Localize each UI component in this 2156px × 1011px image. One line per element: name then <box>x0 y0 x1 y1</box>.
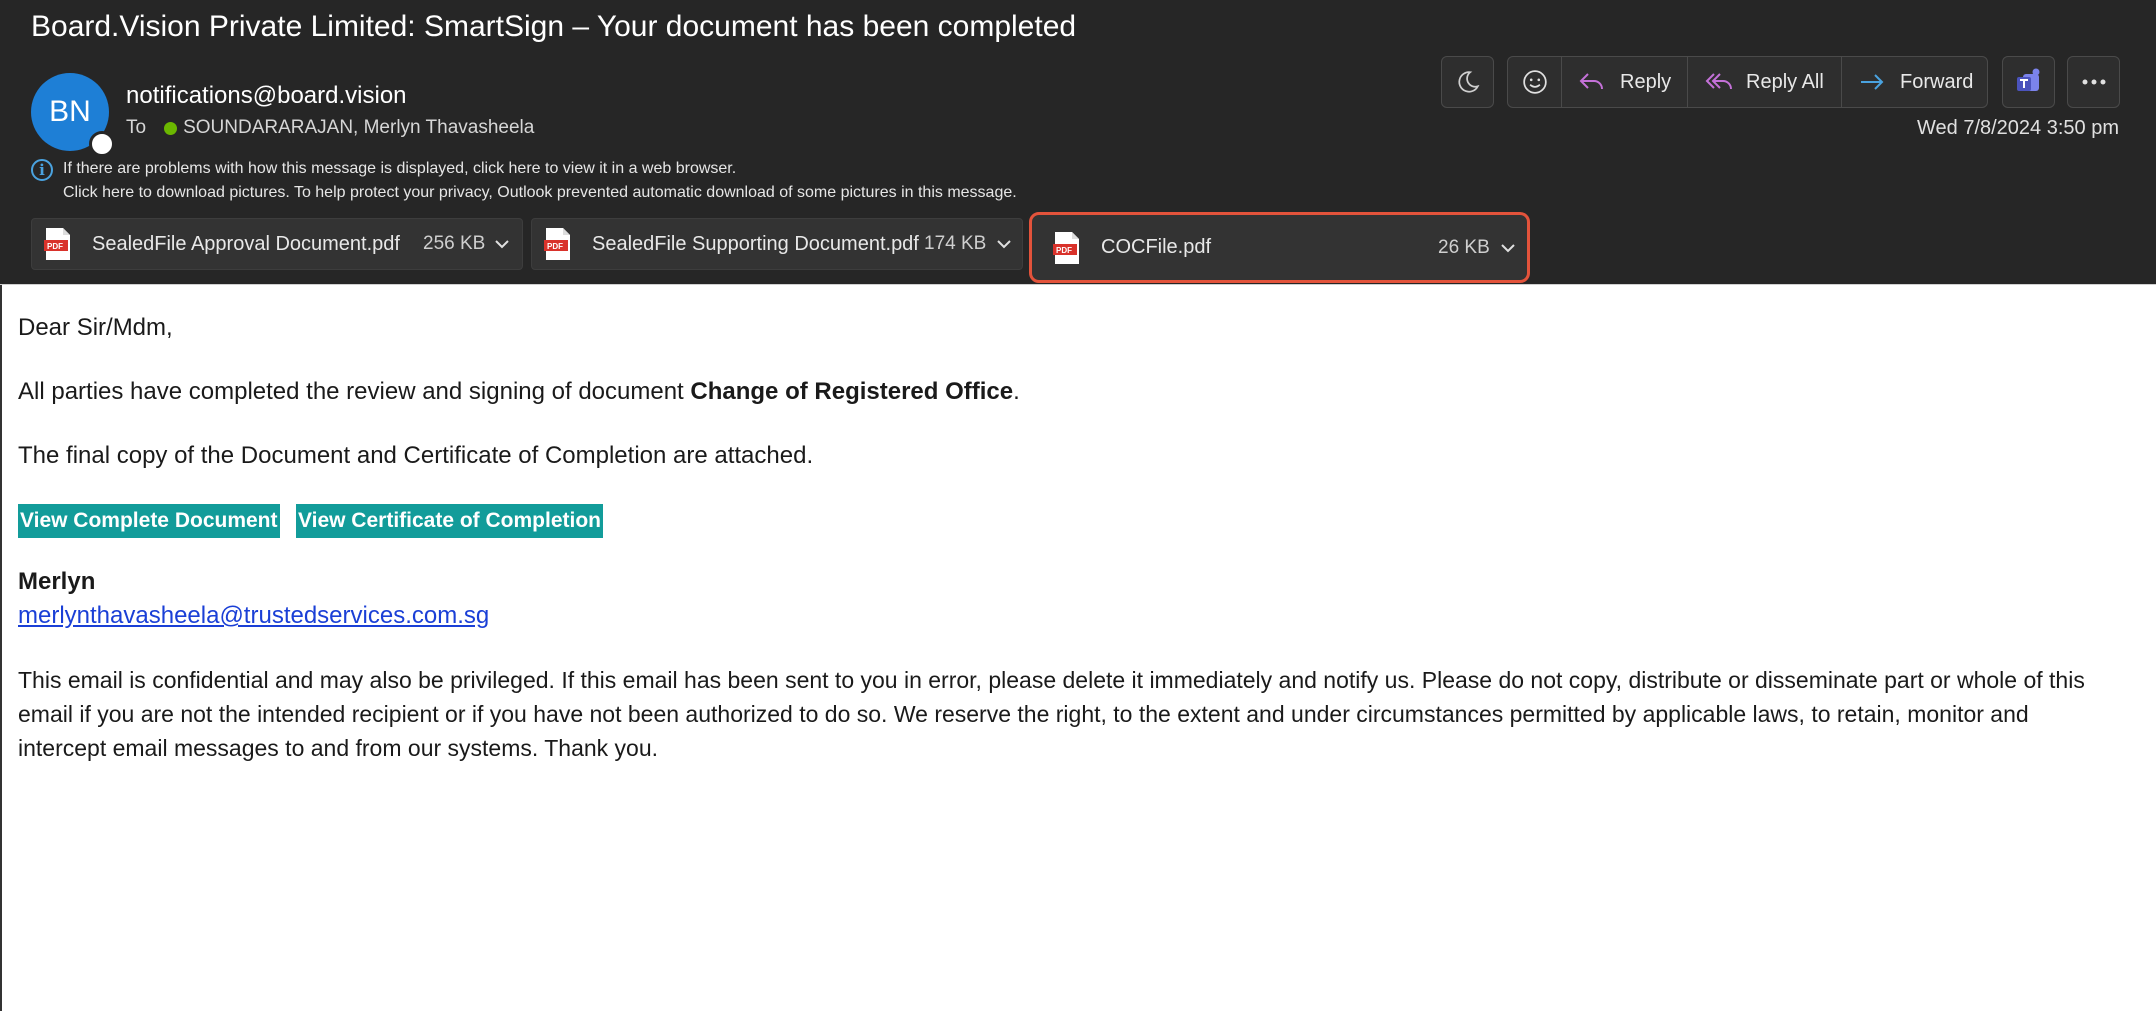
chevron-down-icon[interactable] <box>492 234 512 254</box>
attachment-notice: The final copy of the Document and Certi… <box>18 442 814 469</box>
email-body: Dear Sir/Mdm, All parties have completed… <box>0 285 2156 1011</box>
message-actions-group: Reply Reply All Forward <box>1507 56 1988 108</box>
attachment-name: SealedFile Approval Document.pdf <box>92 232 400 255</box>
attachment-name: SealedFile Supporting Document.pdf <box>592 232 919 255</box>
reply-label: Reply <box>1620 70 1672 93</box>
attachment-item-selected[interactable]: PDF COCFile.pdf 26 KB <box>1029 212 1530 283</box>
attachment-size: 256 KB <box>423 233 486 254</box>
email-header: Board.Vision Private Limited: SmartSign … <box>0 0 2156 284</box>
received-date: Wed 7/8/2024 3:50 pm <box>1917 117 2119 139</box>
teams-icon <box>2016 68 2039 91</box>
svg-text:PDF: PDF <box>47 242 63 251</box>
info-download-pictures-link[interactable]: Click here to download pictures. To help… <box>63 184 1017 202</box>
pdf-icon: PDF <box>544 228 570 260</box>
attachment-item[interactable]: PDF SealedFile Supporting Document.pdf 1… <box>531 218 1023 270</box>
avatar-initials: BN <box>49 95 91 128</box>
reply-icon <box>1579 73 1603 90</box>
recipient-line: To SOUNDARARAJAN, Merlyn Thavasheela <box>126 117 534 139</box>
chevron-down-icon[interactable] <box>1498 238 1518 258</box>
forward-label: Forward <box>1900 70 1974 93</box>
emoji-icon <box>1522 70 1547 94</box>
chevron-down-icon[interactable] <box>994 234 1014 254</box>
presence-indicator <box>89 131 115 157</box>
svg-text:PDF: PDF <box>547 242 563 251</box>
attachment-name: COCFile.pdf <box>1101 236 1212 258</box>
pdf-icon: PDF <box>1053 231 1079 264</box>
signature-name: Merlyn <box>18 568 96 595</box>
moon-button[interactable] <box>1441 56 1494 108</box>
completion-period: . <box>1013 378 1020 405</box>
reply-all-label: Reply All <box>1746 70 1824 93</box>
view-complete-document-button[interactable]: View Complete Document <box>18 504 280 538</box>
email-subject: Board.Vision Private Limited: SmartSign … <box>31 10 1077 43</box>
info-web-browser-link[interactable]: If there are problems with how this mess… <box>63 160 736 178</box>
reply-button[interactable]: Reply <box>1561 57 1687 107</box>
attachment-size: 174 KB <box>924 233 987 254</box>
sender-address[interactable]: notifications@board.vision <box>126 82 407 110</box>
presence-dot-icon <box>164 121 178 135</box>
moon-icon <box>1457 71 1479 93</box>
document-name: Change of Registered Office <box>690 378 1014 405</box>
teams-button[interactable] <box>2002 56 2055 108</box>
signature-email-link[interactable]: merlynthavasheela@trustedservices.com.sg <box>18 602 489 629</box>
more-icon <box>2082 79 2105 85</box>
info-icon: i <box>31 159 53 181</box>
recipient-name[interactable]: SOUNDARARAJAN, Merlyn Thavasheela <box>183 117 534 139</box>
forward-button[interactable]: Forward <box>1841 57 1987 107</box>
view-certificate-button[interactable]: View Certificate of Completion <box>296 504 603 538</box>
completion-paragraph: All parties have completed the review an… <box>18 378 1020 406</box>
attachment-item[interactable]: PDF SealedFile Approval Document.pdf 256… <box>31 218 523 270</box>
to-label: To <box>126 117 147 138</box>
pdf-icon: PDF <box>44 228 70 260</box>
emoji-button[interactable] <box>1508 57 1561 107</box>
completion-text: All parties have completed the review an… <box>18 378 691 405</box>
reply-all-button[interactable]: Reply All <box>1687 57 1841 107</box>
more-options-button[interactable] <box>2067 56 2120 108</box>
svg-text:PDF: PDF <box>1056 246 1072 255</box>
forward-icon <box>1861 74 1884 90</box>
disclaimer-text: This email is confidential and may also … <box>18 667 2085 761</box>
greeting: Dear Sir/Mdm, <box>18 314 173 341</box>
attachment-size: 26 KB <box>1438 236 1490 258</box>
reply-all-icon <box>1705 73 1732 90</box>
